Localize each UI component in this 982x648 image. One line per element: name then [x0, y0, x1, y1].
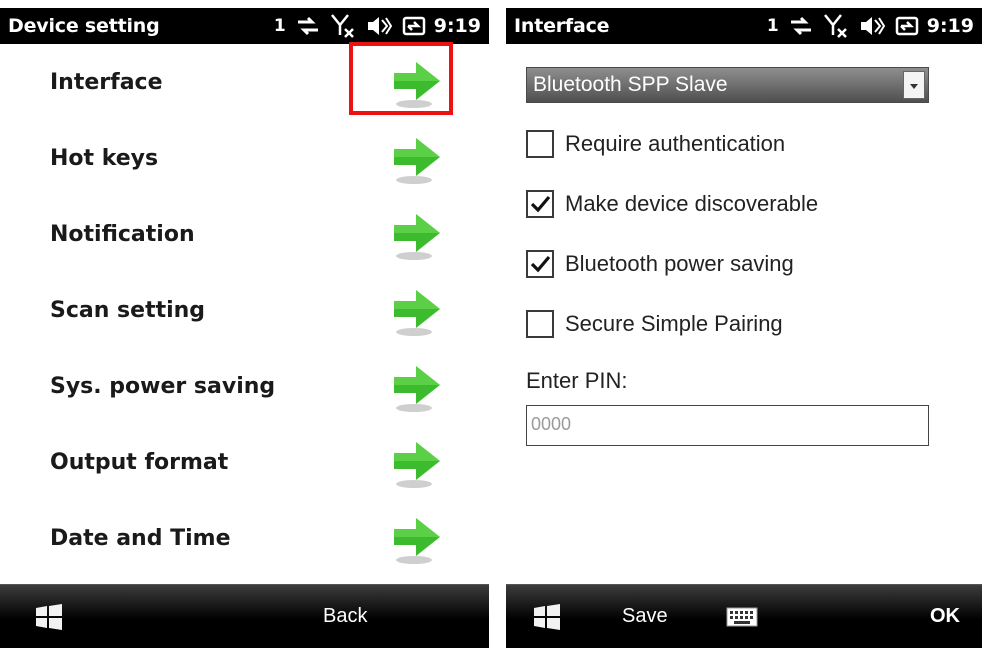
status-icons: 1 9:19 — [757, 12, 974, 40]
clock: 9:19 — [926, 15, 974, 37]
status-bar: Device setting 1 9:19 — [0, 8, 489, 44]
green-arrow-icon[interactable] — [388, 438, 444, 490]
data-transfer-icon — [297, 16, 318, 36]
signal-count: 1 — [273, 16, 286, 36]
back-button[interactable]: Back — [323, 605, 367, 628]
checkbox-label: Make device discoverable — [565, 191, 819, 216]
windows-start-icon[interactable] — [532, 603, 562, 631]
checkbox-label: Require authentication — [565, 131, 786, 156]
checkmark-icon — [530, 255, 551, 273]
menu-item-label: Sys. power saving — [50, 374, 276, 399]
signal-count: 1 — [766, 16, 779, 36]
checkbox[interactable] — [526, 250, 554, 278]
menu-item-output-format[interactable]: Output format — [0, 424, 489, 500]
checkmark-icon — [530, 195, 551, 213]
green-arrow-icon[interactable] — [388, 362, 444, 414]
device-setting-screen: Device setting 1 9:19 Interface Hot keys… — [0, 0, 489, 648]
checkbox[interactable] — [526, 130, 554, 158]
no-signal-icon — [823, 14, 847, 38]
checkbox-label: Bluetooth power saving — [565, 251, 794, 276]
data-transfer-icon — [790, 16, 811, 36]
menu-item-label: Hot keys — [50, 146, 159, 171]
menu-item-label: Notification — [50, 222, 195, 247]
soft-key-bar: Save OK — [506, 584, 982, 648]
interface-screen: Interface 1 9:19 Bluetooth SPP Slave Req… — [506, 0, 982, 648]
ok-button[interactable]: OK — [930, 605, 960, 628]
checkbox[interactable] — [526, 310, 554, 338]
speaker-icon — [860, 17, 885, 35]
interface-dropdown[interactable]: Bluetooth SPP Slave — [526, 67, 929, 103]
menu-item-notification[interactable]: Notification — [0, 196, 489, 272]
menu-item-power-saving[interactable]: Sys. power saving — [0, 348, 489, 424]
checkbox-label: Secure Simple Pairing — [565, 311, 783, 336]
no-signal-icon — [330, 14, 354, 38]
battery-charging-icon — [402, 16, 425, 36]
menu-item-label: Date and Time — [50, 526, 231, 551]
pin-input[interactable]: 0000 — [526, 405, 929, 446]
dropdown-value: Bluetooth SPP Slave — [533, 73, 728, 96]
status-icons: 1 9:19 — [264, 12, 481, 40]
menu-item-date-time[interactable]: Date and Time — [0, 500, 489, 576]
soft-key-bar: Back — [0, 584, 489, 648]
clock: 9:19 — [433, 15, 481, 37]
chevron-down-icon[interactable] — [903, 71, 925, 99]
keyboard-icon[interactable] — [726, 607, 758, 627]
save-button[interactable]: Save — [622, 605, 668, 628]
status-bar: Interface 1 9:19 — [506, 8, 982, 44]
menu-item-hot-keys[interactable]: Hot keys — [0, 120, 489, 196]
green-arrow-icon[interactable] — [388, 134, 444, 186]
screen-title: Interface — [514, 15, 610, 37]
screen-title: Device setting — [8, 15, 160, 37]
green-arrow-icon[interactable] — [388, 286, 444, 338]
speaker-icon — [367, 17, 392, 35]
battery-charging-icon — [895, 16, 918, 36]
menu-item-label: Output format — [50, 450, 229, 475]
menu-item-label: Scan setting — [50, 298, 206, 323]
menu-item-label: Interface — [50, 70, 163, 95]
checkbox[interactable] — [526, 190, 554, 218]
green-arrow-icon[interactable] — [388, 210, 444, 262]
highlight-box — [349, 42, 453, 115]
windows-start-icon[interactable] — [34, 603, 64, 631]
green-arrow-icon[interactable] — [388, 514, 444, 566]
pin-label: Enter PIN: — [526, 368, 628, 393]
menu-item-scan-setting[interactable]: Scan setting — [0, 272, 489, 348]
